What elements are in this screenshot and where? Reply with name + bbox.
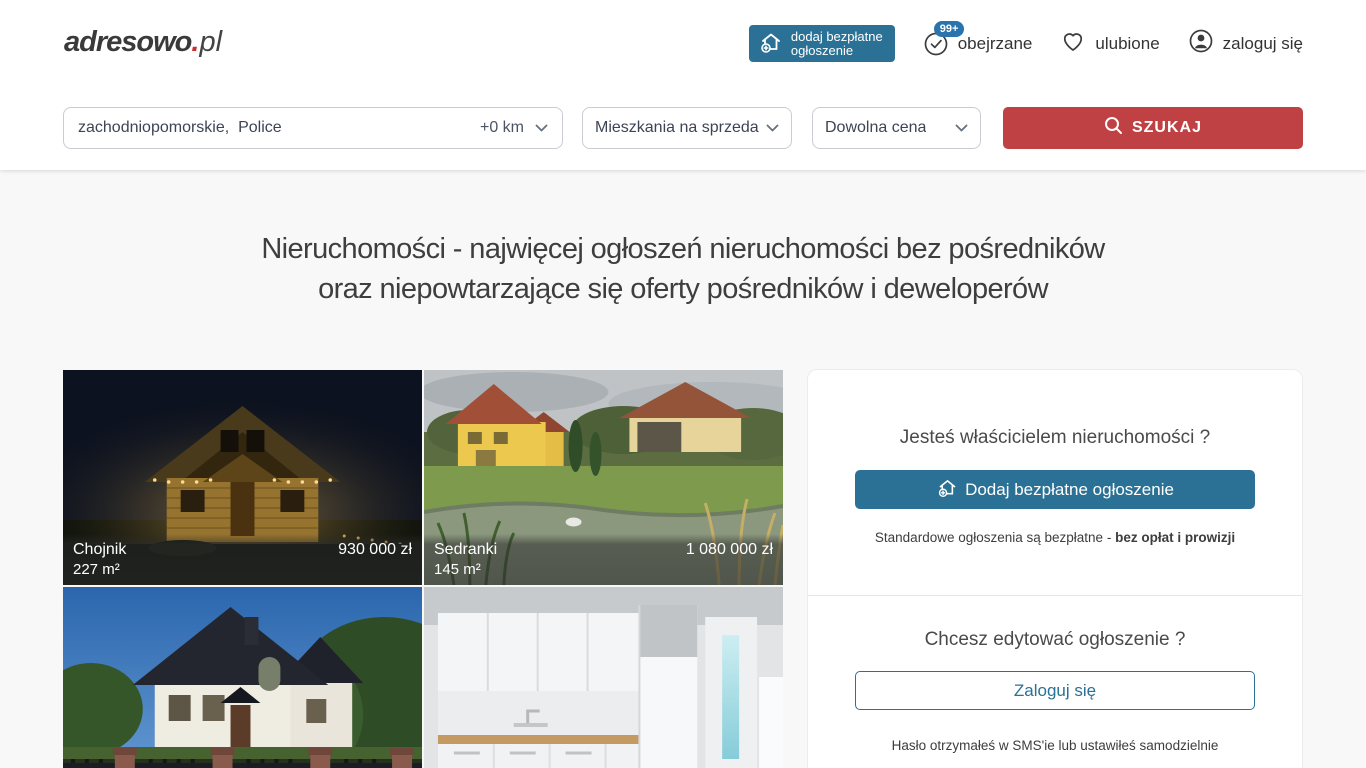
page: adresowo.pl dodaj bezpłatne ogłoszenie [0, 0, 1366, 768]
owner-note: Standardowe ogłoszenia są bezpłatne - be… [808, 530, 1302, 545]
radius-select[interactable]: +0 km [480, 119, 548, 137]
favorites-link[interactable]: ulubione [1060, 28, 1159, 59]
edit-heading: Chcesz edytować ogłoszenie ? [808, 629, 1302, 651]
user-icon [1188, 28, 1214, 59]
chevron-down-icon [955, 119, 968, 137]
listing-card-warszawa[interactable]: Warszawa Wola, ul 950 000 zł [424, 587, 783, 768]
listing-price: 1 080 000 zł [686, 540, 773, 560]
price-value: Dowolna cena [825, 119, 926, 137]
search-icon [1104, 116, 1123, 140]
viewed-count-badge: 99+ [934, 21, 965, 37]
house-plus-icon [758, 29, 784, 58]
header: adresowo.pl dodaj bezpłatne ogłoszenie [0, 0, 1366, 170]
login-label: zaloguj się [1223, 34, 1303, 54]
search-button[interactable]: SZUKAJ [1003, 107, 1303, 149]
owner-note-bold: bez opłat i prowizji [1115, 530, 1235, 545]
sidebar-owner-section: Jesteś właścicielem nieruchomości ? Doda… [808, 370, 1302, 545]
owner-note-text: Standardowe ogłoszenia są bezpłatne - [875, 530, 1115, 545]
page-title-line1: Nieruchomości - najwięcej ogłoszeń nieru… [261, 233, 1104, 265]
chevron-down-icon [535, 119, 548, 137]
listing-card-zagacie[interactable]: Zagacie Podskale, ul 1 055 000 zł [63, 587, 422, 768]
listing-card-chojnik[interactable]: Chojnik 930 000 zł 227 m² [63, 370, 422, 585]
chevron-down-icon [766, 119, 779, 137]
listing-area: 145 m² [434, 561, 481, 578]
logo-text: adresowo [64, 26, 191, 58]
category-value: Mieszkania na sprzeda [595, 119, 759, 137]
login-link[interactable]: zaloguj się [1188, 28, 1303, 59]
category-select[interactable]: Mieszkania na sprzeda [582, 107, 792, 149]
sidebar: Jesteś właścicielem nieruchomości ? Doda… [807, 369, 1303, 768]
page-title: Nieruchomości - najwięcej ogłoszeń nieru… [0, 229, 1366, 309]
viewed-link[interactable]: 99+ obejrzane [923, 31, 1033, 57]
sidebar-edit-section: Chcesz edytować ogłoszenie ? Zaloguj się… [808, 596, 1302, 753]
listings-grid: Chojnik 930 000 zł 227 m² [63, 370, 783, 768]
listing-price: 930 000 zł [338, 540, 412, 560]
listing-name: Sedranki [434, 540, 497, 560]
location-value: zachodniopomorskie, Police [78, 119, 480, 137]
listing-photo [63, 587, 422, 768]
logo-tld: pl [199, 26, 222, 58]
favorites-label: ulubione [1095, 34, 1159, 54]
house-plus-icon [936, 476, 959, 504]
add-listing-button[interactable]: dodaj bezpłatne ogłoszenie [749, 25, 895, 62]
listing-photo [424, 587, 783, 768]
add-listing-label-line2: ogłoszenie [791, 44, 853, 58]
heart-icon [1060, 28, 1086, 59]
add-listing-label-line1: dodaj bezpłatne [791, 30, 883, 44]
listing-caption: Chojnik 930 000 zł 227 m² [63, 534, 422, 585]
sidebar-add-listing-button[interactable]: Dodaj bezpłatne ogłoszenie [855, 470, 1255, 509]
owner-heading: Jesteś właścicielem nieruchomości ? [808, 427, 1302, 449]
sidebar-login-label: Zaloguj się [1014, 681, 1096, 701]
listing-area: 227 m² [73, 561, 120, 578]
header-actions: dodaj bezpłatne ogłoszenie 99+ obejrzane [749, 25, 1303, 62]
listing-caption: Sedranki 1 080 000 zł 145 m² [424, 534, 783, 585]
search-button-label: SZUKAJ [1132, 119, 1202, 137]
edit-note: Hasło otrzymałeś w SMS'ie lub ustawiłeś … [808, 738, 1302, 753]
check-circle-icon [923, 42, 949, 61]
listing-card-sedranki[interactable]: Sedranki 1 080 000 zł 145 m² [424, 370, 783, 585]
radius-value: +0 km [480, 119, 524, 137]
listing-name: Chojnik [73, 540, 126, 560]
sidebar-add-listing-label: Dodaj bezpłatne ogłoszenie [965, 480, 1174, 500]
viewed-label: obejrzane [958, 34, 1033, 54]
price-select[interactable]: Dowolna cena [812, 107, 981, 149]
logo[interactable]: adresowo.pl [64, 26, 222, 59]
page-title-line2: oraz niepowtarzające się oferty pośredni… [318, 273, 1048, 305]
sidebar-login-button[interactable]: Zaloguj się [855, 671, 1255, 710]
location-input[interactable]: zachodniopomorskie, Police +0 km [63, 107, 563, 149]
